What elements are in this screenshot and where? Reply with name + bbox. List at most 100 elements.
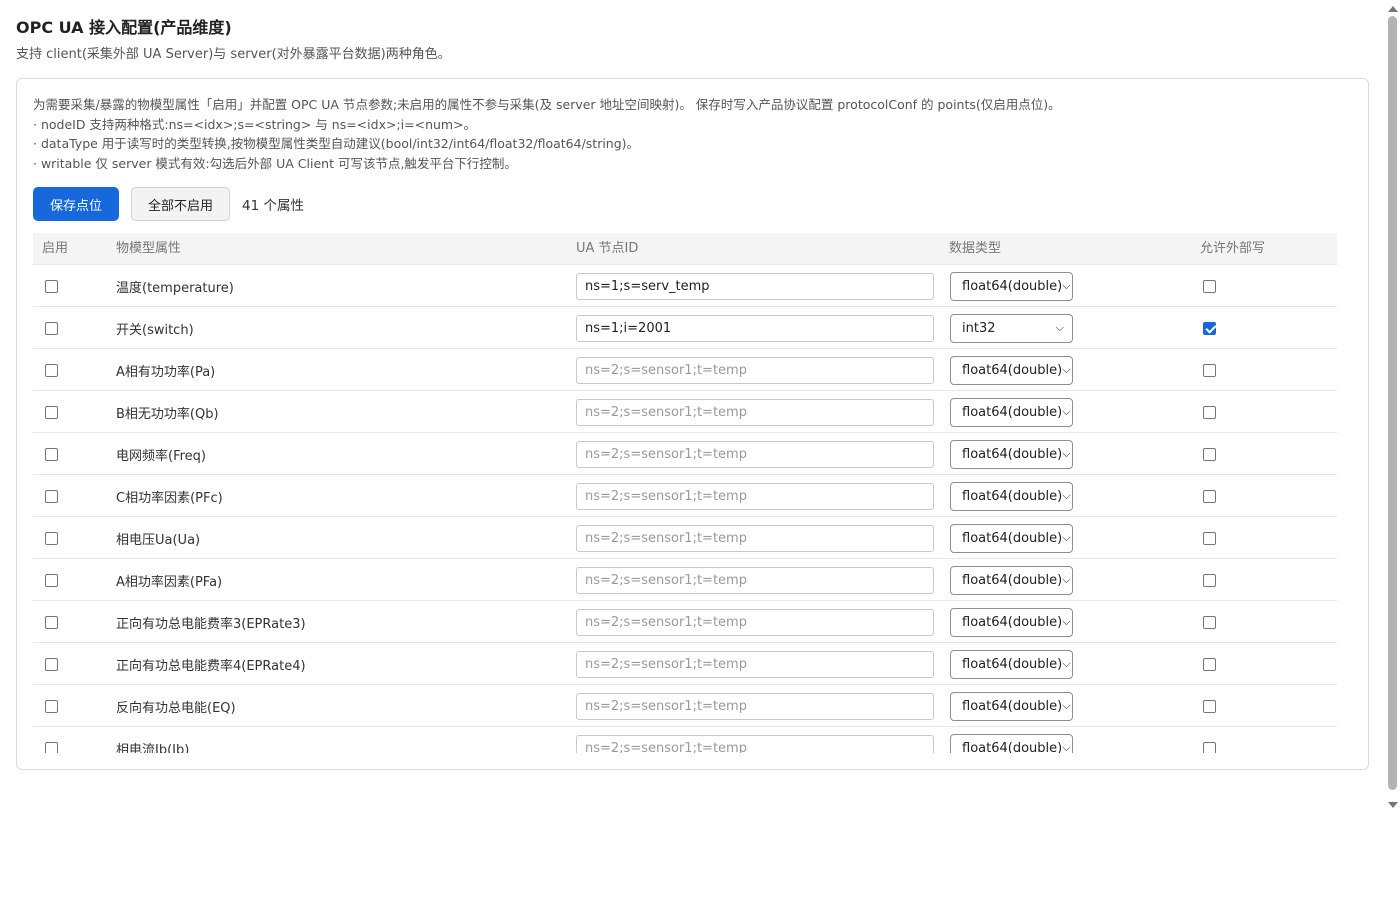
description-line: 为需要采集/暴露的物模型属性「启用」并配置 OPC UA 节点参数;未启用的属性…	[33, 97, 1061, 112]
save-points-button[interactable]: 保存点位	[33, 187, 119, 221]
writable-cell	[1203, 517, 1216, 559]
page-scrollbar[interactable]	[1384, 0, 1400, 812]
data-type-select[interactable]: float64(double) ⌵	[950, 691, 1073, 721]
enable-checkbox[interactable]	[45, 279, 58, 293]
node-id-input[interactable]	[576, 440, 934, 468]
chevron-down-icon: ⌵	[1062, 699, 1071, 712]
writable-checkbox[interactable]	[1203, 699, 1216, 713]
writable-checkbox[interactable]	[1203, 657, 1216, 671]
chevron-down-icon: ⌵	[1062, 489, 1071, 502]
data-type-select[interactable]: float64(double) ⌵	[950, 481, 1073, 511]
node-id-input[interactable]	[576, 482, 934, 510]
disable-all-button[interactable]: 全部不启用	[131, 187, 230, 221]
data-type-select[interactable]: float64(double) ⌵	[950, 439, 1073, 469]
node-id-input[interactable]	[576, 272, 934, 300]
enable-checkbox[interactable]	[45, 615, 58, 629]
config-card: 为需要采集/暴露的物模型属性「启用」并配置 OPC UA 节点参数;未启用的属性…	[16, 78, 1369, 770]
writable-cell	[1203, 685, 1216, 727]
data-type-value: float64(double)	[962, 614, 1063, 630]
node-id-input[interactable]	[576, 734, 934, 753]
scroll-thumb[interactable]	[1388, 16, 1397, 790]
node-id-input[interactable]	[576, 650, 934, 678]
property-name: A相有功功率(Pa)	[116, 364, 216, 380]
writable-checkbox[interactable]	[1203, 447, 1216, 461]
data-type-select[interactable]: float64(double) ⌵	[950, 397, 1073, 427]
writable-cell	[1203, 349, 1216, 391]
data-type-cell: float64(double) ⌵	[950, 517, 1073, 559]
chevron-down-icon: ⌵	[1062, 447, 1071, 460]
data-type-select[interactable]: float64(double) ⌵	[950, 523, 1073, 553]
node-id-input[interactable]	[576, 524, 934, 552]
enable-checkbox[interactable]	[45, 405, 58, 419]
node-id-cell	[576, 265, 934, 307]
node-id-cell	[576, 643, 934, 685]
enable-checkbox[interactable]	[45, 699, 58, 713]
property-name: 相电流Ib(Ib)	[116, 742, 190, 754]
enable-checkbox[interactable]	[45, 573, 58, 587]
chevron-down-icon: ⌵	[1055, 321, 1064, 334]
data-type-cell: float64(double) ⌵	[950, 601, 1073, 643]
writable-checkbox[interactable]	[1203, 489, 1216, 503]
writable-cell	[1203, 433, 1216, 475]
node-id-input[interactable]	[576, 692, 934, 720]
description-line: · writable 仅 server 模式有效:勾选后外部 UA Client…	[33, 155, 517, 171]
enabled-cell	[45, 265, 58, 307]
data-type-select[interactable]: float64(double) ⌵	[950, 649, 1073, 679]
property-name: A相功率因素(PFa)	[116, 574, 223, 590]
writable-checkbox[interactable]	[1203, 531, 1216, 545]
enabled-cell	[45, 433, 58, 475]
enabled-cell	[45, 349, 58, 391]
writable-checkbox[interactable]	[1203, 321, 1216, 335]
scroll-down-icon[interactable]	[1388, 802, 1398, 808]
enabled-cell	[45, 307, 58, 349]
column-header-node-id: UA 节点ID	[576, 241, 639, 256]
enabled-cell	[45, 559, 58, 601]
enable-checkbox[interactable]	[45, 741, 58, 753]
property-name: B相无功功率(Qb)	[116, 406, 219, 422]
data-type-select[interactable]: float64(double) ⌵	[950, 565, 1073, 595]
node-id-input[interactable]	[576, 356, 934, 384]
data-type-select[interactable]: int32 ⌵	[950, 313, 1073, 343]
enable-checkbox[interactable]	[45, 657, 58, 671]
writable-cell	[1203, 475, 1216, 517]
page-header: OPC UA 接入配置(产品维度) 支持 client(采集外部 UA Serv…	[16, 16, 1369, 64]
data-type-select[interactable]: float64(double) ⌵	[950, 607, 1073, 637]
writable-cell	[1203, 727, 1216, 753]
node-id-cell	[576, 559, 934, 601]
chevron-down-icon: ⌵	[1062, 741, 1071, 753]
page-subtitle: 支持 client(采集外部 UA Server)与 server(对外暴露平台…	[16, 47, 451, 62]
node-id-cell	[576, 349, 934, 391]
chevron-down-icon: ⌵	[1062, 279, 1071, 292]
writable-checkbox[interactable]	[1203, 363, 1216, 377]
node-id-input[interactable]	[576, 566, 934, 594]
data-type-cell: float64(double) ⌵	[950, 727, 1073, 753]
writable-checkbox[interactable]	[1203, 405, 1216, 419]
data-type-select[interactable]: float64(double) ⌵	[950, 355, 1073, 385]
writable-checkbox[interactable]	[1203, 279, 1216, 293]
scroll-up-icon[interactable]	[1388, 6, 1398, 12]
enable-checkbox[interactable]	[45, 447, 58, 461]
enable-checkbox[interactable]	[45, 489, 58, 503]
writable-checkbox[interactable]	[1203, 573, 1216, 587]
table-row: 电网频率(Freq) float64(double)⌵	[33, 433, 1337, 475]
enable-checkbox[interactable]	[45, 321, 58, 335]
property-name: 反向有功总电能(EQ)	[116, 700, 236, 716]
property-name: 正向有功总电能费率4(EPRate4)	[116, 658, 306, 674]
node-id-input[interactable]	[576, 398, 934, 426]
enable-checkbox[interactable]	[45, 531, 58, 545]
node-id-input[interactable]	[576, 314, 934, 342]
enabled-cell	[45, 727, 58, 753]
data-type-select[interactable]: float64(double) ⌵	[950, 271, 1073, 301]
table-row: 反向有功总电能(EQ) float64(double)⌵	[33, 685, 1337, 727]
data-type-select[interactable]: float64(double) ⌵	[950, 733, 1073, 754]
writable-checkbox[interactable]	[1203, 741, 1216, 753]
data-type-cell: float64(double) ⌵	[950, 643, 1073, 685]
enable-checkbox[interactable]	[45, 363, 58, 377]
node-id-input[interactable]	[576, 608, 934, 636]
writable-cell	[1203, 601, 1216, 643]
data-type-cell: int32 ⌵	[950, 307, 1073, 349]
writable-checkbox[interactable]	[1203, 615, 1216, 629]
data-type-value: float64(double)	[962, 740, 1063, 754]
table-row: C相功率因素(PFc) float64(double)⌵	[33, 475, 1337, 517]
data-type-cell: float64(double) ⌵	[950, 475, 1073, 517]
